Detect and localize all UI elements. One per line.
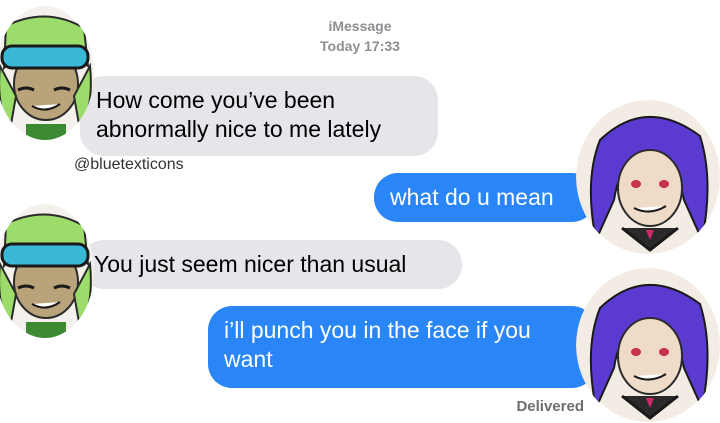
watermark-text: @bluetexticons [74,156,184,173]
purple-haired-character-avatar [576,268,720,423]
green-haired-character-avatar [0,204,94,338]
incoming-message-bubble[interactable]: How come you’ve been abnormally nice to … [80,76,438,156]
incoming-message-bubble[interactable]: You just seem nicer than usual [80,240,462,289]
timestamp: Today 17:33 [320,38,400,54]
outgoing-message-bubble[interactable]: i’ll punch you in the face if you want [208,306,596,388]
green-haired-character-avatar [0,6,94,140]
service-label: iMessage [328,18,392,34]
delivery-status: Delivered [516,398,584,415]
outgoing-message-bubble[interactable]: what do u mean [374,173,596,222]
purple-haired-character-avatar [576,100,720,254]
